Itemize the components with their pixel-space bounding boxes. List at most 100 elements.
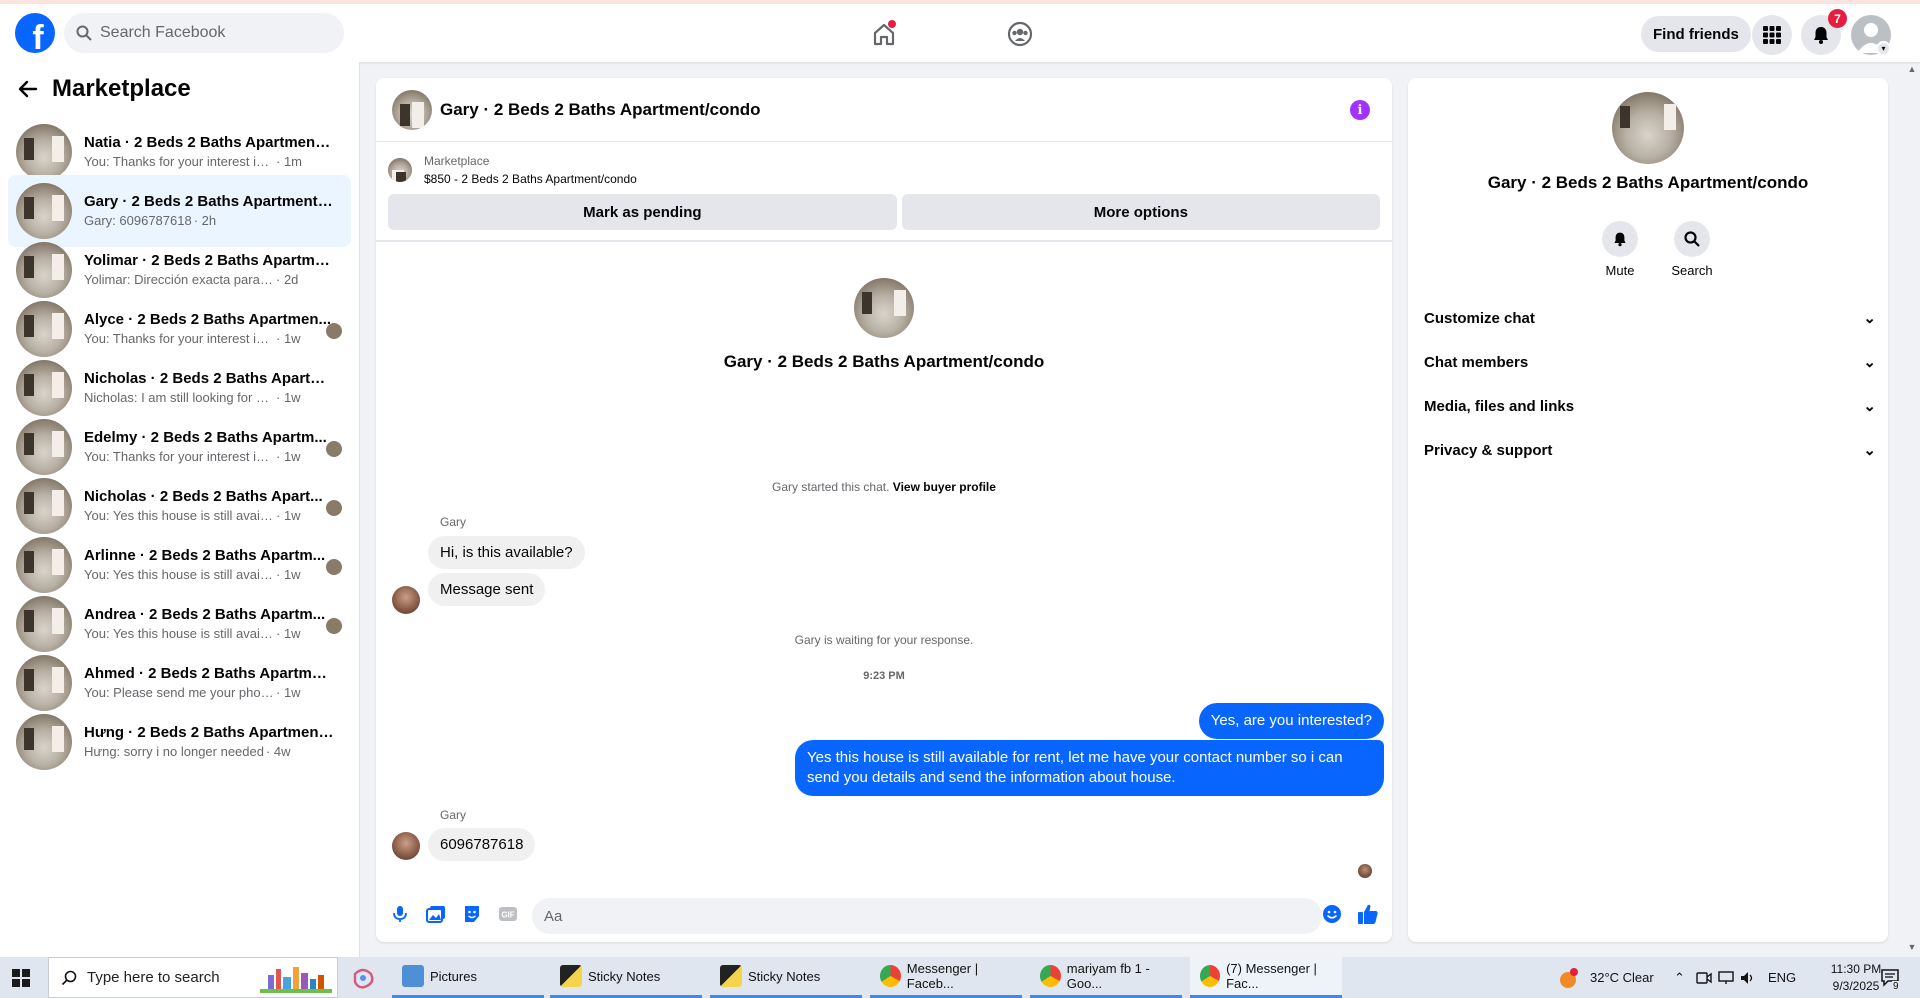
conversation-name: Nicholas · 2 Beds 2 Baths Apartme... — [84, 370, 334, 387]
customize-chat-row[interactable]: Customize chat ⌄ — [1424, 296, 1876, 340]
sender-avatar[interactable] — [392, 832, 420, 860]
groups-tab[interactable] — [1004, 18, 1036, 50]
conversation-snippet: You: Please send me your phone num... — [84, 685, 274, 700]
chevron-down-icon: ⌄ — [1863, 354, 1876, 371]
incoming-message[interactable]: 6096787618 — [428, 828, 536, 861]
taskbar-app-chrome-mariyam[interactable]: mariyam fb 1 - Goo... — [1030, 957, 1182, 998]
thumbs-up-icon[interactable] — [1356, 902, 1380, 926]
taskbar-app-pictures[interactable]: Pictures — [392, 957, 544, 998]
taskbar-clock[interactable]: 11:30 PM 9/3/2025 — [1825, 961, 1887, 995]
chat-members-row[interactable]: Chat members ⌄ — [1424, 340, 1876, 384]
windows-start-icon[interactable] — [12, 969, 30, 987]
photo-icon[interactable] — [424, 902, 448, 926]
taskbar-app-chrome-messenger-active[interactable]: (7) Messenger | Fac... — [1190, 957, 1342, 998]
language-indicator[interactable]: ENG — [1768, 957, 1796, 998]
read-receipt-avatar — [326, 500, 342, 516]
listing-thumbnail — [16, 419, 72, 475]
conversation-time: · 1w — [276, 449, 301, 464]
info-icon[interactable]: i — [1350, 100, 1370, 120]
sticker-icon[interactable] — [460, 902, 484, 926]
search-icon — [76, 25, 92, 41]
chrome-icon — [880, 965, 901, 987]
taskbar-app-sticky-notes[interactable]: Sticky Notes — [550, 957, 702, 998]
incoming-message[interactable]: Hi, is this available? — [428, 536, 585, 569]
home-notification-dot — [888, 20, 896, 28]
details-avatar[interactable] — [1612, 92, 1684, 164]
sidebar-title: Marketplace — [52, 75, 191, 102]
chevron-down-icon: ⌄ — [1863, 398, 1876, 415]
search-highlight-city-icon — [260, 967, 332, 993]
chat-panel: Gary · 2 Beds 2 Baths Apartment/condo i … — [376, 78, 1392, 942]
home-tab[interactable] — [868, 18, 900, 50]
account-chevron-down-icon[interactable]: ▾ — [1876, 41, 1891, 56]
taskbar-app-label: Messenger | Faceb... — [906, 961, 979, 991]
intro-avatar[interactable] — [854, 278, 914, 338]
conversation-time: · 1w — [276, 390, 301, 405]
chrome-icon — [1040, 965, 1061, 987]
taskbar-app-sticky-notes[interactable]: Sticky Notes — [710, 957, 862, 998]
emoji-icon[interactable] — [1320, 902, 1344, 926]
message-input[interactable] — [532, 898, 1322, 934]
notification-center-button[interactable]: 9 — [1880, 957, 1902, 998]
read-receipt-avatar — [326, 323, 342, 339]
sender-avatar[interactable] — [392, 586, 420, 614]
search-in-chat-button[interactable]: Search — [1662, 221, 1722, 278]
search-bar[interactable] — [64, 13, 344, 53]
microphone-icon[interactable] — [388, 902, 412, 926]
sender-name: Gary — [440, 515, 467, 529]
clock-time: 11:30 PM — [1830, 962, 1882, 976]
weather-widget[interactable]: 32°C Clear — [1558, 957, 1654, 998]
mark-as-pending-button[interactable]: Mark as pending — [388, 194, 897, 230]
tray-chevron-up-icon[interactable]: ⌃ — [1674, 957, 1685, 998]
back-arrow-icon[interactable] — [18, 79, 38, 99]
conversation-details-panel: Gary · 2 Beds 2 Baths Apartment/condo Mu… — [1408, 78, 1888, 942]
tray-system-icons[interactable] — [1696, 957, 1756, 998]
row-label: Chat members — [1424, 353, 1529, 371]
chat-started-notice: Gary started this chat. View buyer profi… — [376, 480, 1392, 494]
conversation-name: Yolimar · 2 Beds 2 Baths Apartmen... — [84, 252, 334, 269]
media-files-links-row[interactable]: Media, files and links ⌄ — [1424, 384, 1876, 428]
incoming-message[interactable]: Message sent — [428, 573, 546, 606]
chat-title[interactable]: Gary · 2 Beds 2 Baths Apartment/condo — [440, 100, 761, 120]
listing-thumbnail — [16, 655, 72, 711]
conversation-time: · 2h — [193, 213, 217, 228]
taskbar-app-chrome-messenger[interactable]: Messenger | Faceb... — [870, 957, 1022, 998]
clock-date: 9/3/2025 — [1832, 979, 1880, 993]
mute-button[interactable]: Mute — [1590, 221, 1650, 278]
conversation-name: Arlinne · 2 Beds 2 Baths Apartm... — [84, 547, 326, 564]
conversation-time: · 1w — [276, 508, 301, 523]
taskbar-search-placeholder: Type here to search — [87, 969, 220, 986]
conversation-item[interactable]: Hưng · 2 Beds 2 Baths Apartment/... Hưng:… — [8, 706, 351, 778]
sticky-notes-icon — [720, 965, 742, 987]
notifications-button[interactable]: 7 — [1801, 9, 1847, 55]
sender-name: Gary — [440, 808, 467, 822]
conversation-name: Gary · 2 Beds 2 Baths Apartment/c... — [84, 193, 334, 210]
marketplace-inbox-sidebar: Marketplace Natia · 2 Beds 2 Baths Apart… — [0, 62, 360, 957]
intro-name: Gary · 2 Beds 2 Baths Apartment/condo — [723, 352, 1045, 371]
listing-price-title: $850 - 2 Beds 2 Baths Apartment/condo — [424, 172, 637, 186]
listing-summary[interactable]: Marketplace $850 - 2 Beds 2 Baths Apartm… — [376, 142, 1392, 192]
search-label: Search — [1671, 263, 1713, 278]
view-buyer-profile-link[interactable]: View buyer profile — [893, 480, 996, 494]
more-options-button[interactable]: More options — [901, 194, 1380, 230]
scrollbar-up-arrow[interactable]: ▲ — [1906, 64, 1918, 76]
outgoing-message[interactable]: Yes this house is still available for re… — [795, 740, 1384, 796]
message-timestamp: 9:23 PM — [863, 670, 905, 682]
folder-icon — [402, 965, 424, 987]
chat-header-avatar[interactable] — [392, 89, 432, 130]
bell-icon — [1614, 232, 1626, 247]
scrollbar-down-arrow[interactable]: ▼ — [1906, 942, 1918, 954]
privacy-support-row[interactable]: Privacy & support ⌄ — [1424, 428, 1876, 472]
outgoing-message[interactable]: Yes, are you interested? — [1198, 703, 1384, 739]
menu-button[interactable] — [1752, 15, 1792, 55]
gif-icon[interactable]: GIF — [496, 902, 520, 926]
volume-icon — [1741, 971, 1753, 984]
facebook-logo[interactable]: f — [15, 13, 55, 53]
seen-indicator-avatar — [1358, 864, 1372, 878]
conversation-snippet: You: Yes this house is still available .… — [84, 508, 274, 523]
find-friends-button[interactable]: Find friends — [1641, 16, 1751, 52]
search-icon — [61, 970, 77, 985]
search-input[interactable] — [100, 24, 320, 42]
copilot-icon[interactable] — [351, 966, 375, 990]
conversation-time: · 1w — [276, 567, 301, 582]
